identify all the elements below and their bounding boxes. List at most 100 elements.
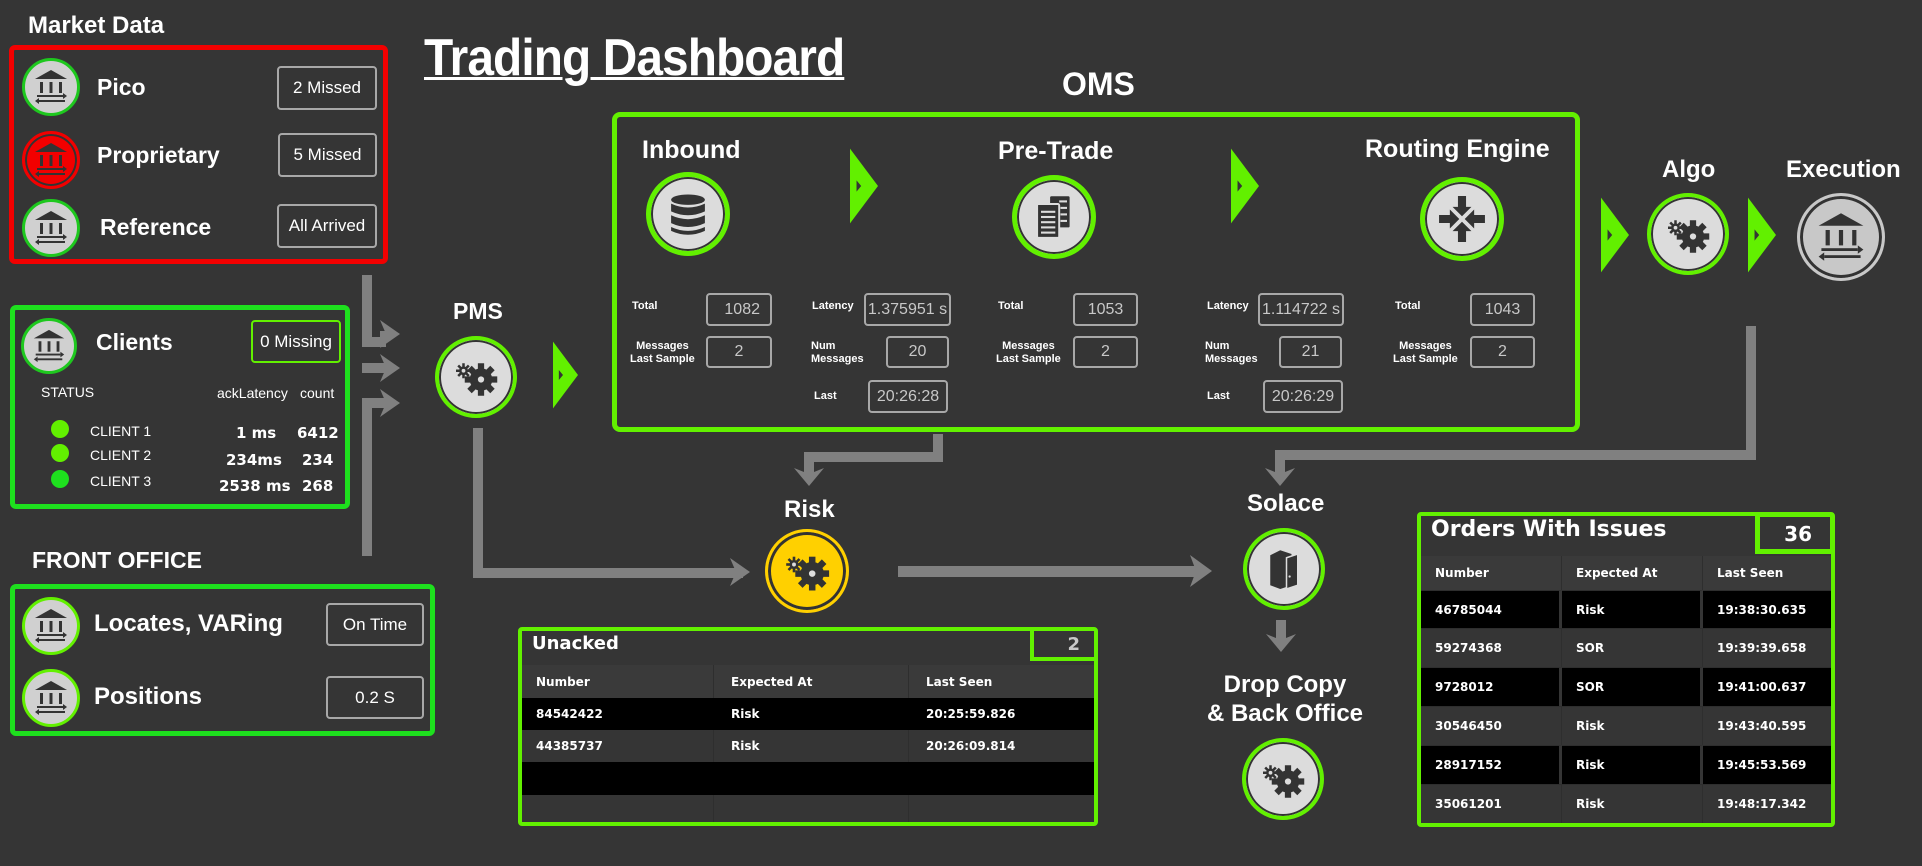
table-cell <box>909 795 1094 822</box>
unacked-table: Number Expected At Last Seen 84542422 Ri… <box>522 665 1094 822</box>
market-data-item-name: Proprietary <box>97 142 220 168</box>
flow-arrow-icon <box>380 354 400 382</box>
table-cell: 9728012 <box>1421 667 1562 706</box>
table-cell: 19:41:00.637 <box>1703 667 1831 706</box>
table-row[interactable]: 46785044 Risk 19:38:30.635 <box>1421 590 1831 628</box>
table-row[interactable]: 44385737 Risk 20:26:09.814 <box>522 730 1094 762</box>
table-row[interactable]: 30546450 Risk 19:43:40.595 <box>1421 706 1831 745</box>
oms-stage-pretrade-node[interactable] <box>1012 175 1096 259</box>
oms-stage-total-label: Total <box>998 300 1024 312</box>
solace-node[interactable] <box>1243 528 1325 610</box>
table-row[interactable] <box>522 762 1094 795</box>
documents-icon <box>1028 191 1080 243</box>
bank-exchange-icon <box>31 140 71 180</box>
drop-copy-label-line1: Drop Copy <box>1223 671 1347 698</box>
oms-stage-total-label: Total <box>632 300 658 312</box>
market-data-item-status: All Arrived <box>277 204 377 248</box>
table-row[interactable]: 35061201 Risk 19:48:17.342 <box>1421 784 1831 823</box>
flow-chevron-icon <box>1601 196 1629 274</box>
column-header[interactable]: Last Seen <box>909 665 1094 698</box>
flow-arrow-icon <box>794 468 824 486</box>
oms-link-latency-label: Latency <box>812 300 854 312</box>
flow-arrow-icon <box>1265 468 1295 486</box>
front-office-item-name: Locates, VARing <box>94 610 283 637</box>
client-latency: 2538 ms <box>219 477 291 495</box>
clients-title: Clients <box>96 329 173 355</box>
client-name: CLIENT 3 <box>90 473 152 489</box>
column-header[interactable]: Number <box>1421 556 1562 590</box>
client-name: CLIENT 1 <box>90 423 152 439</box>
column-header[interactable]: Number <box>522 665 714 698</box>
table-cell: Risk <box>1562 706 1703 745</box>
table-cell <box>522 762 714 795</box>
oms-link-last: 20:26:28 <box>868 380 948 413</box>
flow-chevron-icon <box>1748 196 1776 274</box>
oms-stage-total: 1043 <box>1470 293 1535 326</box>
bank-exchange-icon <box>1813 209 1869 265</box>
client-status-dot <box>51 470 69 488</box>
drop-copy-label-line2: & Back Office <box>1206 700 1364 727</box>
front-office-item-positions-icon[interactable] <box>22 669 80 727</box>
oms-stage-name: Routing Engine <box>1365 135 1550 163</box>
drop-copy-label: Drop Copy & Back Office <box>1200 670 1370 728</box>
table-row[interactable]: 28917152 Risk 19:45:53.569 <box>1421 745 1831 784</box>
flow-pipe <box>804 452 943 462</box>
bank-exchange-icon <box>31 67 71 107</box>
oms-stage-msgs: 2 <box>1073 336 1138 368</box>
oms-stage-inbound-node[interactable] <box>646 172 730 256</box>
drop-copy-node[interactable] <box>1242 738 1324 820</box>
column-header[interactable]: Last Seen <box>1703 556 1831 590</box>
column-header[interactable]: Expected At <box>1562 556 1703 590</box>
pms-node[interactable] <box>435 336 517 418</box>
client-name: CLIENT 2 <box>90 447 152 463</box>
column-header[interactable]: Expected At <box>714 665 909 698</box>
clients-col-count: count <box>300 385 335 401</box>
orders-with-issues-title: Orders With Issues <box>1431 517 1667 542</box>
oms-stage-msgs: 2 <box>706 336 772 368</box>
bank-exchange-icon <box>30 327 68 365</box>
table-cell: 44385737 <box>522 730 714 762</box>
table-row[interactable] <box>522 795 1094 822</box>
oms-stage-name: Inbound <box>642 136 741 164</box>
gears-icon <box>1663 209 1713 259</box>
table-row[interactable]: 59274368 SOR 19:39:39.658 <box>1421 628 1831 667</box>
table-cell: 84542422 <box>536 707 603 721</box>
flow-pipe <box>473 428 483 578</box>
market-data-item-reference-icon[interactable] <box>22 199 80 257</box>
oms-link-num: 21 <box>1279 336 1342 368</box>
gears-icon <box>1258 754 1308 804</box>
flow-chevron-icon <box>1231 147 1259 225</box>
table-cell: 19:38:30.635 <box>1703 590 1831 628</box>
oms-link-latency: 1.375951 s <box>864 293 951 326</box>
front-office-item-locates-icon[interactable] <box>22 597 80 655</box>
algo-node[interactable] <box>1647 193 1729 275</box>
client-status-dot <box>51 444 69 462</box>
client-latency: 1 ms <box>236 424 277 442</box>
table-row[interactable]: 9728012 SOR 19:41:00.637 <box>1421 667 1831 706</box>
client-count: 6412 <box>297 424 339 442</box>
pms-label: PMS <box>453 298 503 324</box>
client-status-dot <box>51 420 69 438</box>
oms-stage-total: 1082 <box>706 293 772 326</box>
table-cell: 46785044 <box>1421 590 1562 628</box>
clients-icon[interactable] <box>21 318 77 374</box>
oms-link-last-label: Last <box>1207 390 1230 402</box>
market-data-item-pico-icon[interactable] <box>22 58 80 116</box>
database-icon <box>662 188 714 240</box>
bank-exchange-icon <box>31 606 71 646</box>
table-cell: Risk <box>714 730 909 762</box>
market-data-item-proprietary-icon[interactable] <box>22 131 80 189</box>
table-row[interactable]: 84542422 Risk 20:25:59.826 <box>522 698 1094 730</box>
market-data-heading: Market Data <box>28 12 165 39</box>
oms-stage-routing-node[interactable] <box>1420 177 1504 261</box>
client-count: 268 <box>302 477 334 495</box>
table-cell: SOR <box>1562 667 1703 706</box>
flow-chevron-icon <box>850 147 878 225</box>
front-office-heading: FRONT OFFICE <box>32 547 202 573</box>
gears-icon <box>451 352 501 402</box>
table-cell: Risk <box>1562 745 1703 784</box>
execution-node[interactable] <box>1797 193 1885 281</box>
market-data-item-name: Pico <box>97 74 146 100</box>
market-data-item-status: 2 Missed <box>277 66 377 110</box>
risk-node[interactable] <box>765 529 849 613</box>
